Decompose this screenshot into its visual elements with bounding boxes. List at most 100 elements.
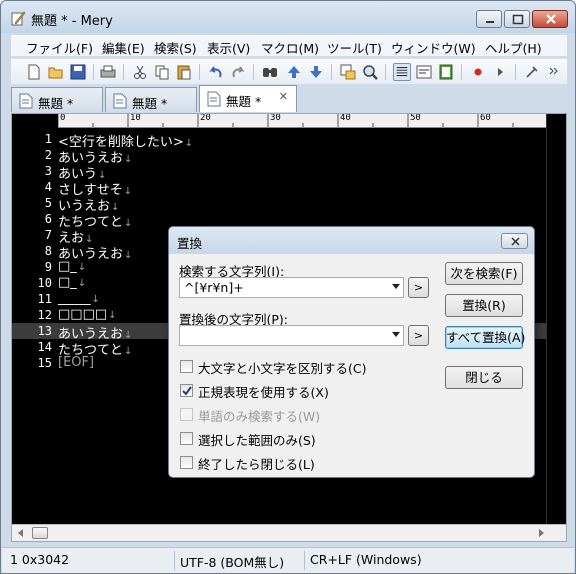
newline-mark: ↓ (108, 310, 117, 321)
close-on-finish-label[interactable]: 終了したら閉じる(L) (198, 454, 315, 473)
find-value: ^[¥r¥n]+ (184, 280, 244, 295)
open-folder-icon[interactable] (47, 63, 65, 81)
regex-label[interactable]: 正規表現を使用する(X) (198, 382, 329, 401)
replace-button[interactable]: 置換(R) (445, 294, 523, 317)
pin-icon[interactable] (523, 63, 541, 81)
minimize-icon (486, 21, 494, 23)
dialog-title-bar: 置換 (169, 227, 534, 254)
line-number: 3 (44, 164, 52, 178)
text-line[interactable]: 4 さしすせそ↓ (12, 179, 546, 198)
new-file-icon[interactable] (25, 63, 43, 81)
horizontal-scrollbar[interactable] (12, 524, 566, 541)
encoding-status[interactable]: UTF-8 (BOM無し) (180, 552, 284, 571)
newline-mark: ↓ (91, 294, 100, 305)
line-number: 5 (44, 196, 52, 210)
checkmark-icon (182, 386, 192, 396)
replace-icon[interactable] (339, 63, 357, 81)
tab-1[interactable]: 無題 * (11, 87, 103, 112)
document-icon (113, 93, 127, 109)
tab-2[interactable]: 無題 * (105, 87, 197, 112)
newline-mark: ↓ (77, 278, 87, 289)
line-number: 2 (44, 148, 52, 162)
save-icon[interactable] (69, 63, 87, 81)
tab-label: 無題 * (38, 96, 74, 111)
dialog-close-text-button[interactable]: 閉じる (445, 366, 523, 389)
wrap-none-icon[interactable] (393, 63, 411, 81)
dialog-title: 置換 (177, 236, 203, 251)
find-next-button[interactable]: 次を検索(F) (445, 262, 523, 285)
vertical-scrollbar[interactable] (546, 114, 566, 524)
selection-only-label[interactable]: 選択した範囲のみ(S) (198, 430, 316, 449)
menu-window[interactable]: ウィンドウ(W) (391, 38, 476, 57)
toolbar-overflow-icon[interactable] (547, 63, 561, 81)
line-number: 14 (37, 340, 52, 354)
chevron-down-icon[interactable] (392, 284, 400, 289)
menu-search[interactable]: 検索(S) (154, 38, 197, 57)
title-bar: 無題 * - Mery (1, 1, 575, 33)
minimize-button[interactable] (476, 10, 502, 28)
app-icon (11, 11, 26, 26)
scroll-thumb[interactable] (32, 527, 48, 539)
regex-checkbox[interactable] (180, 384, 193, 397)
menu-macro[interactable]: マクロ(M) (261, 38, 319, 57)
menu-view[interactable]: 表示(V) (207, 38, 250, 57)
newline-status[interactable]: CR+LF (Windows) (310, 552, 422, 567)
menu-edit[interactable]: 編集(E) (102, 38, 145, 57)
whole-word-label: 単語のみ検索する(W) (198, 409, 321, 424)
column-ruler: 0 10 20 30 40 50 60 (58, 114, 546, 128)
find-options-button[interactable]: > (408, 277, 429, 298)
match-case-checkbox[interactable] (180, 360, 193, 373)
replace-options-button[interactable]: > (408, 325, 429, 346)
line-number: 11 (37, 292, 52, 306)
text-line[interactable]: 6 たちつてと↓ (12, 211, 546, 230)
find-next-icon[interactable] (307, 63, 325, 81)
record-macro-icon[interactable] (469, 63, 487, 81)
dialog-close-button[interactable] (501, 233, 528, 249)
undo-icon[interactable] (207, 63, 225, 81)
whole-word-checkbox (180, 408, 193, 421)
close-on-finish-checkbox[interactable] (180, 456, 193, 469)
text-line[interactable]: 5 いうえお↓ (12, 195, 546, 214)
paste-icon[interactable] (175, 63, 193, 81)
maximize-button[interactable] (504, 10, 530, 28)
ruler-label: 10 (130, 114, 141, 123)
status-bar: 1 0x3042 UTF-8 (BOM無し) CR+LF (Windows) (2, 547, 574, 573)
print-icon[interactable] (99, 63, 117, 81)
play-macro-icon[interactable] (491, 63, 509, 81)
find-icon[interactable] (261, 63, 279, 81)
text-line[interactable]: 2 あいうえお↓ (12, 147, 546, 166)
replace-input[interactable] (179, 325, 404, 346)
search-icon[interactable] (361, 63, 379, 81)
ruler-label: 30 (270, 114, 281, 123)
cut-icon[interactable] (131, 63, 149, 81)
line-number: 7 (44, 228, 52, 242)
wrap-column-icon[interactable] (437, 63, 455, 81)
wrap-window-icon[interactable] (415, 63, 433, 81)
ruler-label: 60 (480, 114, 491, 123)
replace-dialog: 置換 検索する文字列(I): ^[¥r¥n]+ > 置換後の文字列(P): > … (168, 226, 535, 478)
copy-icon[interactable] (153, 63, 171, 81)
replace-all-button[interactable]: すべて置換(A) (445, 326, 525, 349)
tab-close-icon[interactable]: ✕ (279, 90, 288, 103)
tab-label: 無題 * (226, 94, 262, 109)
text-line[interactable]: 3 あいう↓ (12, 163, 546, 182)
document-icon (207, 91, 221, 107)
close-icon (546, 14, 556, 24)
ruler-label: 40 (340, 114, 351, 123)
tab-bar: 無題 * 無題 * 無題 * ✕ (11, 85, 567, 112)
find-input[interactable]: ^[¥r¥n]+ (179, 277, 404, 298)
line-number: 8 (44, 244, 52, 258)
redo-icon[interactable] (229, 63, 247, 81)
close-button[interactable] (532, 10, 568, 28)
line-number: 6 (44, 212, 52, 226)
chevron-down-icon[interactable] (392, 332, 400, 337)
line-number: 15 (37, 356, 52, 370)
menu-tools[interactable]: ツール(T) (327, 38, 382, 57)
find-previous-icon[interactable] (285, 63, 303, 81)
menu-file[interactable]: ファイル(F) (26, 38, 93, 57)
menu-help[interactable]: ヘルプ(H) (485, 38, 542, 57)
tab-3-active[interactable]: 無題 * ✕ (199, 85, 297, 112)
text-line[interactable]: 1 <空行を削除したい>↓ (12, 131, 546, 150)
match-case-label[interactable]: 大文字と小文字を区別する(C) (198, 358, 366, 377)
selection-only-checkbox[interactable] (180, 432, 193, 445)
